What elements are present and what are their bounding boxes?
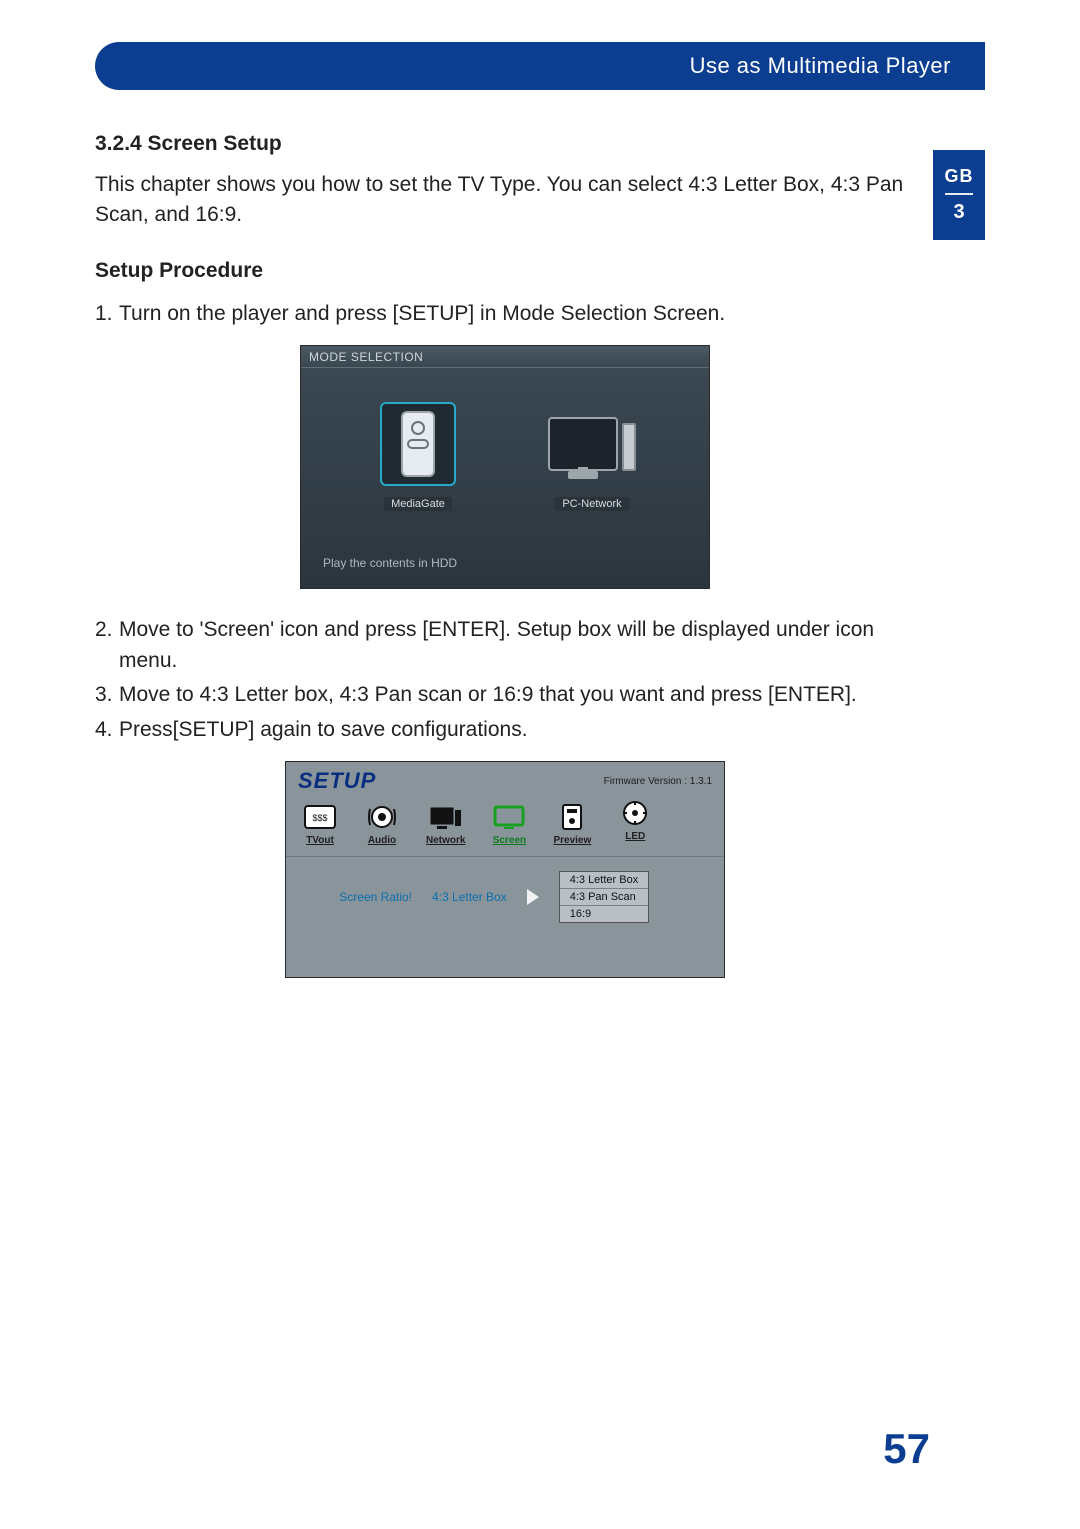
- cat-label: LED: [625, 831, 645, 842]
- cat-tvout: $$$ TVout: [302, 802, 338, 846]
- monitor-icon: [548, 417, 618, 471]
- header-title: Use as Multimedia Player: [690, 53, 951, 79]
- cat-network: Network: [426, 802, 465, 846]
- side-tab-lang: GB: [945, 166, 974, 187]
- step-number: 2.: [95, 615, 119, 676]
- network-icon: [428, 802, 464, 832]
- header-band: Use as Multimedia Player: [95, 42, 985, 90]
- tvout-icon: $$$: [302, 802, 338, 832]
- pc-network-icon: [554, 402, 630, 486]
- step-text: Move to 4:3 Letter box, 4:3 Pan scan or …: [119, 680, 915, 710]
- svg-text:$$$: $$$: [312, 813, 327, 823]
- mode-label-pcnetwork: PC-Network: [555, 497, 628, 511]
- led-icon: [617, 798, 653, 828]
- cat-preview: Preview: [553, 802, 591, 846]
- audio-icon: [364, 802, 400, 832]
- procedure-step: 1. Turn on the player and press [SETUP] …: [95, 299, 915, 329]
- procedure-heading: Setup Procedure: [95, 259, 915, 283]
- steps-2-4: 2. Move to 'Screen' icon and press [ENTE…: [95, 615, 915, 745]
- cat-audio: Audio: [364, 802, 400, 846]
- mode-item-pcnetwork: PC-Network: [537, 402, 647, 512]
- cat-label: Network: [426, 835, 465, 846]
- side-tab-chapter: 3: [953, 201, 964, 224]
- play-arrow-icon: [527, 889, 539, 905]
- figure-2-wrap: SETUP Firmware Version : 1.3.1 $$$ TVout: [95, 761, 915, 978]
- procedure-step: 3. Move to 4:3 Letter box, 4:3 Pan scan …: [95, 680, 915, 710]
- ratio-dropdown: 4:3 Letter Box 4:3 Pan Scan 16:9: [559, 871, 650, 923]
- cat-screen: Screen: [491, 802, 527, 846]
- step-text: Press[SETUP] again to save configuration…: [119, 715, 915, 745]
- cat-label: Preview: [553, 835, 591, 846]
- dropdown-item: 16:9: [560, 906, 649, 922]
- side-chapter-tab: GB 3: [933, 150, 985, 240]
- step-number: 4.: [95, 715, 119, 745]
- fig2-lower: Screen Ratio! 4:3 Letter Box 4:3 Letter …: [286, 857, 724, 977]
- figure-1-wrap: MODE SELECTION MediaGate: [95, 345, 915, 589]
- section-intro: This chapter shows you how to set the TV…: [95, 170, 915, 231]
- step-text: Turn on the player and press [SETUP] in …: [119, 299, 915, 329]
- cat-led: LED: [617, 798, 653, 846]
- fig2-title: SETUP: [298, 768, 376, 794]
- figure-mode-selection: MODE SELECTION MediaGate: [300, 345, 710, 589]
- step-number: 1.: [95, 299, 119, 329]
- manual-page: Use as Multimedia Player GB 3 3.2.4 Scre…: [0, 0, 1080, 1529]
- mediagate-icon: [380, 402, 456, 486]
- screen-icon: [491, 802, 527, 832]
- figure-setup: SETUP Firmware Version : 1.3.1 $$$ TVout: [285, 761, 725, 978]
- dropdown-item: 4:3 Letter Box: [560, 872, 649, 889]
- preview-icon: [554, 802, 590, 832]
- fig1-hint: Play the contents in HDD: [323, 556, 457, 570]
- side-tab-divider: [945, 193, 973, 195]
- header-tab-corner: [95, 42, 255, 90]
- header-title-area: Use as Multimedia Player: [255, 42, 985, 90]
- page-number: 57: [883, 1425, 930, 1473]
- mode-label-mediagate: MediaGate: [384, 497, 452, 511]
- fig1-titlebar: MODE SELECTION: [301, 346, 709, 368]
- procedure-step: 2. Move to 'Screen' icon and press [ENTE…: [95, 615, 915, 676]
- step-text: Move to 'Screen' icon and press [ENTER].…: [119, 615, 915, 676]
- procedure-step: 4. Press[SETUP] again to save configurat…: [95, 715, 915, 745]
- tower-icon: [622, 423, 636, 471]
- fig2-top: SETUP Firmware Version : 1.3.1: [286, 762, 724, 796]
- fig2-categories: $$$ TVout Audio Network: [286, 796, 724, 857]
- cat-label: Screen: [493, 835, 526, 846]
- remote-control-icon: [401, 411, 435, 477]
- option-value: 4:3 Letter Box: [432, 890, 507, 904]
- dropdown-item: 4:3 Pan Scan: [560, 889, 649, 906]
- fig2-firmware: Firmware Version : 1.3.1: [604, 776, 712, 787]
- cat-label: Audio: [368, 835, 396, 846]
- content-area: 3.2.4 Screen Setup This chapter shows yo…: [95, 132, 915, 1004]
- option-label: Screen Ratio!: [302, 890, 412, 904]
- mode-item-mediagate: MediaGate: [363, 402, 473, 512]
- section-heading: 3.2.4 Screen Setup: [95, 132, 915, 156]
- screen-ratio-row: Screen Ratio! 4:3 Letter Box 4:3 Letter …: [302, 871, 708, 923]
- step-number: 3.: [95, 680, 119, 710]
- cat-label: TVout: [306, 835, 334, 846]
- fig1-body: MediaGate PC-Network Play the contents i…: [301, 368, 709, 588]
